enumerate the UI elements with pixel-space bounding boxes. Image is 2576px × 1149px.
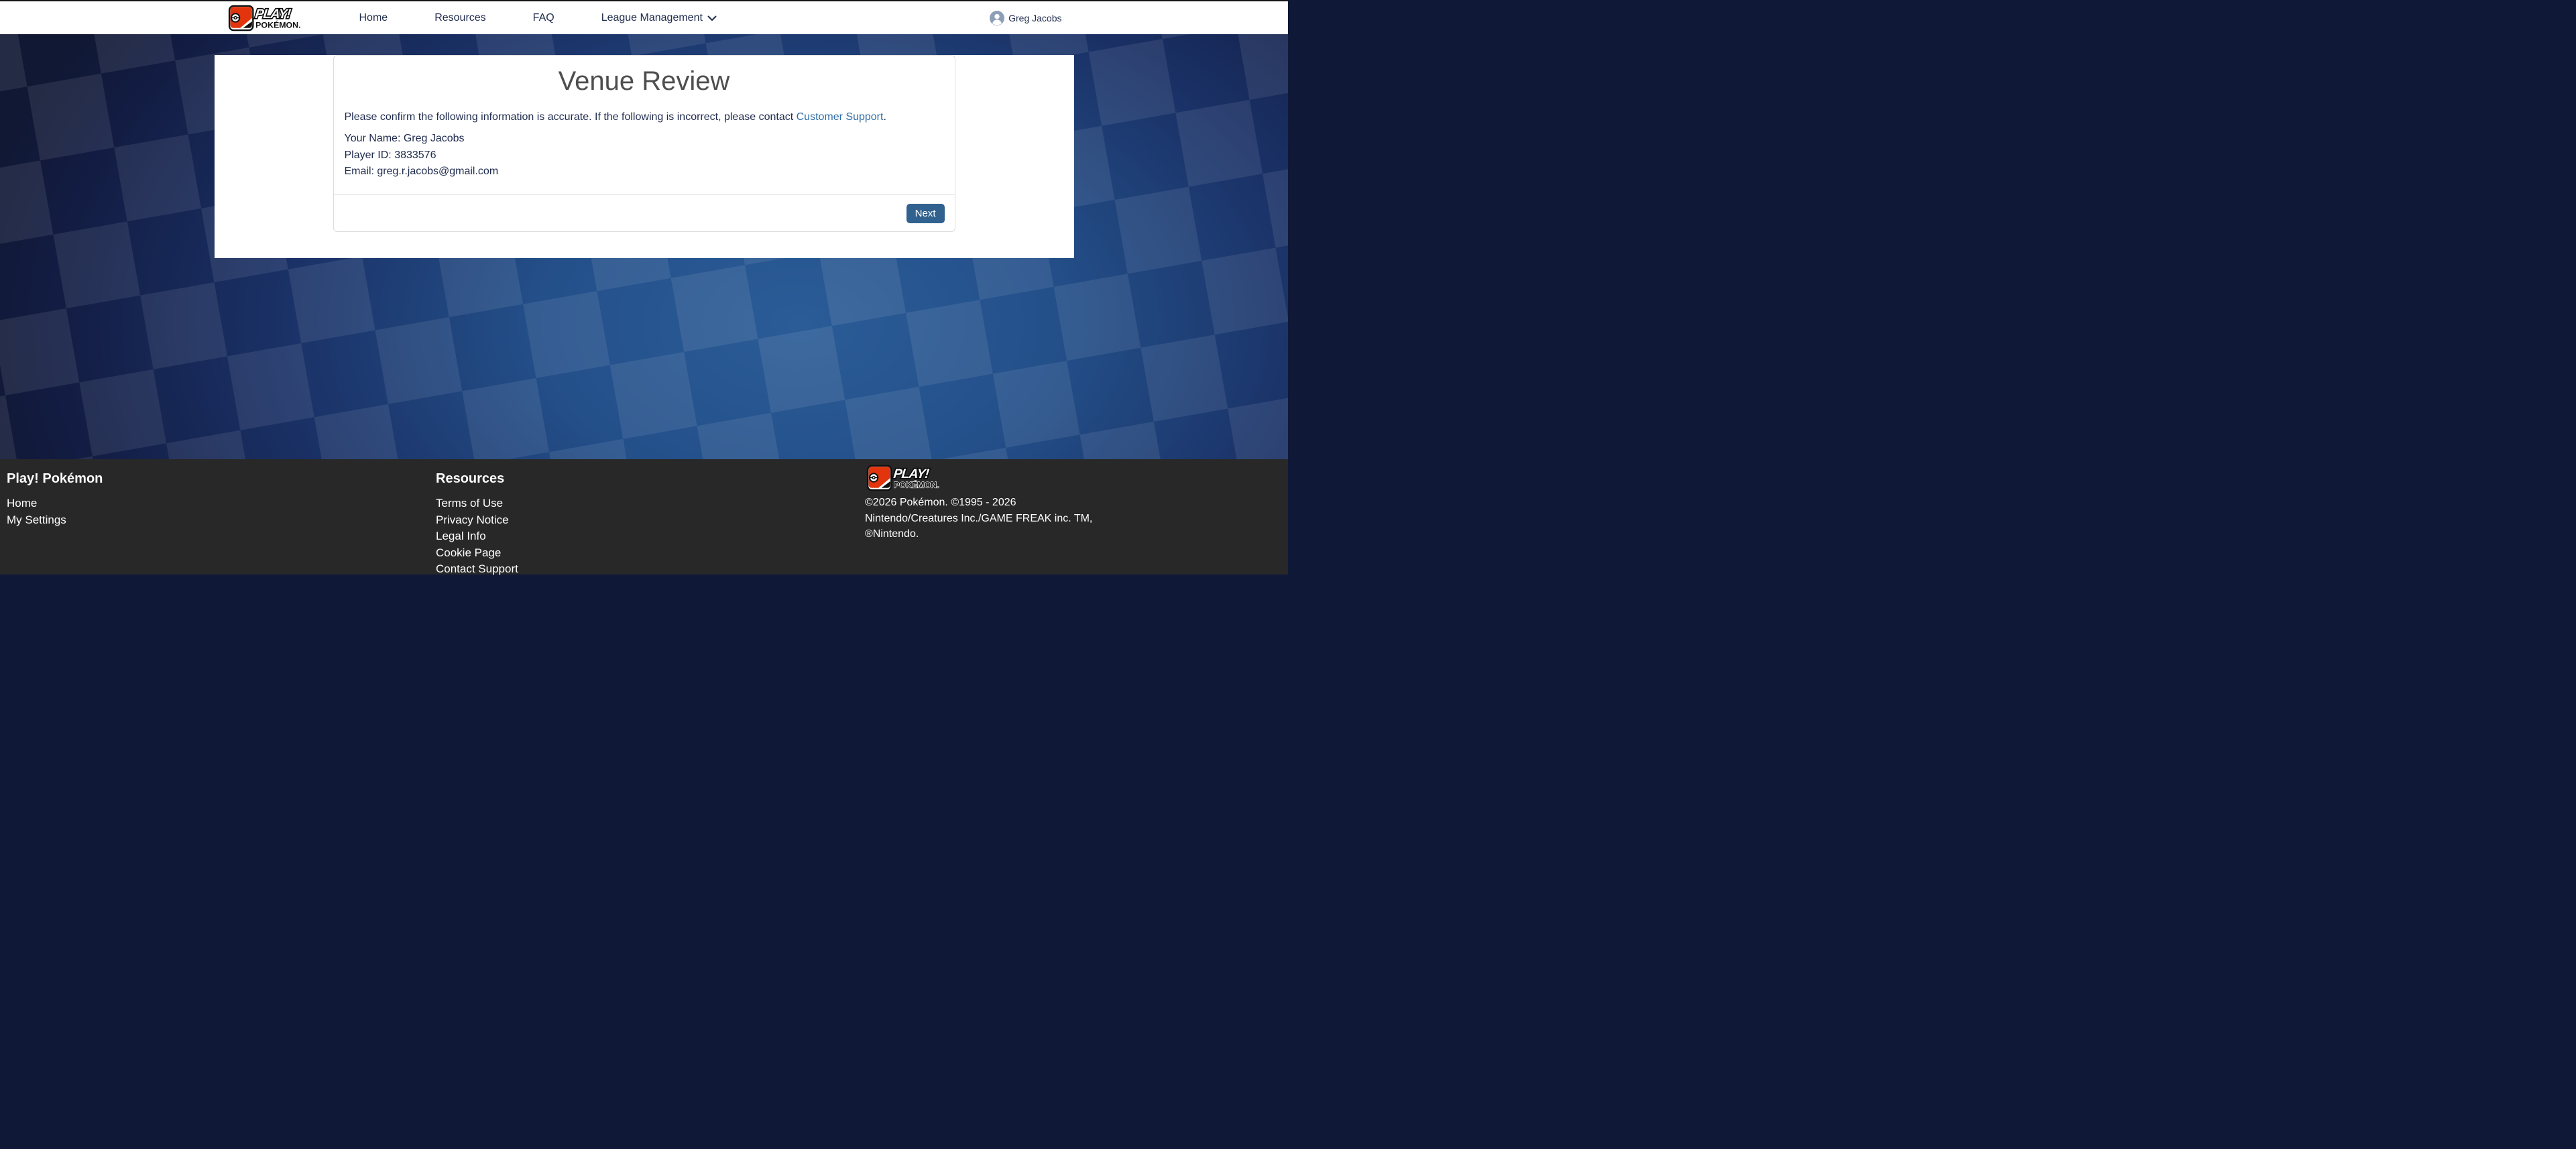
brand-logo[interactable]: PLAY! POKÉMON. [227, 5, 329, 32]
content-card: Venue Review Please confirm the followin… [215, 55, 1074, 258]
nav-link-home[interactable]: Home [359, 12, 388, 24]
svg-text:POKÉMON.: POKÉMON. [894, 479, 939, 489]
footer-link-legal-info[interactable]: Legal Info [436, 528, 865, 545]
svg-text:PLAY!: PLAY! [892, 467, 930, 481]
panel-body: Venue Review Please confirm the followin… [334, 56, 955, 194]
customer-support-link[interactable]: Customer Support [797, 111, 884, 123]
nav-link-faq-label: FAQ [533, 12, 554, 24]
footer-link-my-settings[interactable]: My Settings [7, 512, 436, 529]
play-pokemon-logo-icon: PLAY! POKÉMON. [227, 5, 329, 32]
footer-col-play-pokemon: Play! Pokémon Home My Settings [7, 471, 436, 574]
intro-prefix: Please confirm the following information… [345, 111, 797, 123]
footer-link-contact-support[interactable]: Contact Support [436, 561, 865, 578]
main-content: Venue Review Please confirm the followin… [0, 34, 1288, 459]
venue-review-panel: Venue Review Please confirm the followin… [333, 55, 955, 232]
user-menu[interactable]: Greg Jacobs [990, 11, 1061, 25]
copyright-line-3: ®Nintendo. [865, 526, 1092, 542]
navbar-container: PLAY! POKÉMON. Home Resources FAQ League… [210, 5, 1079, 32]
next-button[interactable]: Next [906, 204, 945, 223]
page-title: Venue Review [345, 66, 944, 96]
svg-text:PLAY!: PLAY! [254, 7, 292, 21]
footer-link-privacy-notice[interactable]: Privacy Notice [436, 512, 865, 529]
copyright-line-1: ©2026 Pokémon. ©1995 - 2026 [865, 495, 1092, 511]
footer-link-home[interactable]: Home [7, 495, 436, 512]
info-player-id: Player ID: 3833576 [345, 147, 944, 164]
footer-col-legal: PLAY! POKÉMON. ©2026 Pokémon. ©1995 - 20… [865, 465, 1092, 574]
footer-link-cookie-page[interactable]: Cookie Page [436, 545, 865, 562]
footer-link-terms-of-use[interactable]: Terms of Use [436, 495, 865, 512]
intro-suffix: . [883, 111, 886, 123]
chevron-down-icon [707, 15, 717, 21]
nav-link-faq[interactable]: FAQ [533, 12, 554, 24]
user-avatar-icon [990, 11, 1004, 25]
nav-link-resources-label: Resources [434, 12, 485, 24]
intro-text: Please confirm the following information… [345, 109, 944, 125]
copyright-text: ©2026 Pokémon. ©1995 - 2026 Nintendo/Cre… [865, 495, 1092, 542]
info-your-name: Your Name: Greg Jacobs [345, 131, 944, 147]
footer-heading-resources: Resources [436, 471, 865, 487]
nav-link-league-management-label: League Management [601, 12, 703, 24]
info-email: Email: greg.r.jacobs@gmail.com [345, 164, 944, 180]
user-name: Greg Jacobs [1008, 13, 1061, 23]
page-footer: Play! Pokémon Home My Settings Resources… [0, 459, 1288, 574]
nav-link-home-label: Home [359, 12, 388, 24]
footer-play-pokemon-logo-icon: PLAY! POKÉMON. [865, 465, 967, 491]
nav-link-resources[interactable]: Resources [434, 12, 485, 24]
footer-heading-play-pokemon: Play! Pokémon [7, 471, 436, 487]
main-nav: Home Resources FAQ League Management [359, 12, 717, 24]
nav-link-league-management[interactable]: League Management [601, 12, 717, 24]
top-navbar: PLAY! POKÉMON. Home Resources FAQ League… [0, 0, 1288, 34]
footer-col-resources: Resources Terms of Use Privacy Notice Le… [436, 471, 865, 574]
panel-footer: Next [334, 194, 955, 231]
copyright-line-2: Nintendo/Creatures Inc./GAME FREAK inc. … [865, 511, 1092, 527]
svg-text:POKÉMON.: POKÉMON. [255, 19, 300, 29]
